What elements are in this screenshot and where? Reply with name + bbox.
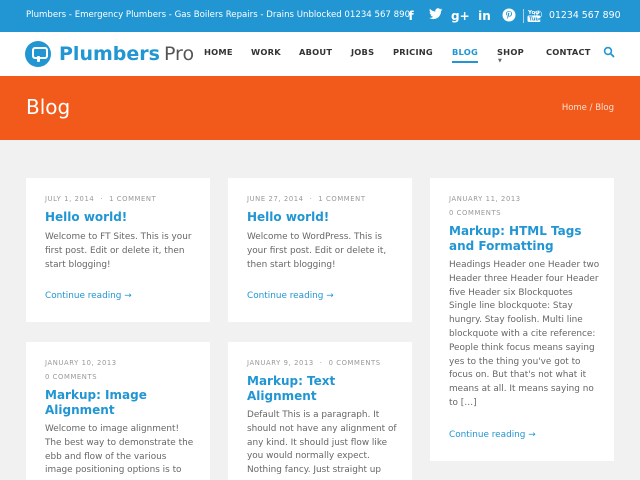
tap-logo-icon bbox=[25, 41, 51, 67]
shop-dropdown-caret-icon: ▼ bbox=[498, 58, 502, 64]
top-bar-phone[interactable]: ✆ 01234 567 890 bbox=[534, 10, 621, 21]
post-title[interactable]: Markup: Text Alignment bbox=[247, 374, 398, 404]
post-comments-link[interactable]: 0 COMMENTS bbox=[449, 209, 501, 217]
post-excerpt: Welcome to image alignment! The best way… bbox=[45, 424, 194, 476]
twitter-icon[interactable] bbox=[427, 8, 445, 24]
post-date[interactable]: JANUARY 9, 2013 bbox=[247, 359, 314, 367]
continue-reading-link[interactable]: Continue reading → bbox=[247, 291, 334, 301]
post-comments-link[interactable]: 1 COMMENT bbox=[318, 195, 365, 203]
post-date[interactable]: JULY 1, 2014 bbox=[45, 195, 94, 203]
post-meta: JANUARY 9, 2013 · 0 COMMENTS bbox=[247, 359, 381, 367]
post-title[interactable]: Hello world! bbox=[247, 210, 398, 225]
brand-suffix: Pro bbox=[163, 43, 195, 65]
facebook-icon[interactable]: f bbox=[402, 8, 420, 24]
post-date[interactable]: JANUARY 11, 2013 bbox=[449, 195, 521, 203]
top-bar-tagline: Plumbers - Emergency Plumbers - Gas Boil… bbox=[26, 10, 411, 20]
nav-active-indicator bbox=[452, 61, 478, 63]
continue-reading-link[interactable]: Continue reading → bbox=[449, 430, 536, 440]
post-title[interactable]: Hello world! bbox=[45, 210, 196, 225]
post-meta: JUNE 27, 2014 · 1 COMMENT bbox=[247, 195, 366, 203]
post-excerpt: Default This is a paragraph. It should n… bbox=[247, 410, 397, 476]
pinterest-icon[interactable] bbox=[500, 8, 518, 24]
search-icon[interactable] bbox=[603, 46, 615, 58]
post-title[interactable]: Markup: HTML Tags and Formatting bbox=[449, 224, 600, 254]
nav-shop[interactable]: SHOP bbox=[497, 47, 524, 57]
continue-reading-link[interactable]: Continue reading → bbox=[45, 291, 132, 301]
breadcrumb-current: Blog bbox=[595, 103, 614, 113]
post-comments-link[interactable]: 0 COMMENTS bbox=[45, 373, 97, 381]
post-meta: JULY 1, 2014 · 1 COMMENT bbox=[45, 195, 157, 203]
top-bar-divider bbox=[523, 9, 524, 23]
post-card: JULY 1, 2014 · 1 COMMENT Hello world! Welc… bbox=[26, 178, 210, 322]
post-card: JUNE 27, 2014 · 1 COMMENT Hello world! Wel… bbox=[228, 178, 412, 322]
brand-name: Plumbers bbox=[59, 43, 160, 65]
nav-jobs[interactable]: JOBS bbox=[351, 47, 374, 57]
breadcrumb: Home / Blog bbox=[562, 103, 614, 113]
post-card: JANUARY 9, 2013 · 0 COMMENTS Markup: Text … bbox=[228, 342, 412, 480]
nav-about[interactable]: ABOUT bbox=[299, 47, 332, 57]
nav-blog[interactable]: BLOG bbox=[452, 47, 478, 57]
post-date[interactable]: JUNE 27, 2014 bbox=[247, 195, 304, 203]
post-excerpt: Welcome to WordPress. This is your first… bbox=[247, 232, 387, 270]
breadcrumb-separator: / bbox=[589, 103, 593, 113]
breadcrumb-home[interactable]: Home bbox=[562, 103, 587, 113]
post-date[interactable]: JANUARY 10, 2013 bbox=[45, 359, 117, 367]
post-comments-link[interactable]: 1 COMMENT bbox=[109, 195, 156, 203]
nav-home[interactable]: HOME bbox=[204, 47, 233, 57]
google-plus-icon[interactable]: g+ bbox=[451, 8, 470, 24]
nav-work[interactable]: WORK bbox=[251, 47, 281, 57]
post-card: JANUARY 10, 2013 0 COMMENTS Markup: Imag… bbox=[26, 342, 210, 480]
nav-contact[interactable]: CONTACT bbox=[546, 47, 591, 57]
page-title: Blog bbox=[26, 95, 71, 119]
post-excerpt: Welcome to FT Sites. This is your first … bbox=[45, 232, 192, 270]
phone-number: 01234 567 890 bbox=[549, 10, 621, 21]
post-excerpt: Headings Header one Header two Header th… bbox=[449, 260, 600, 408]
page-title-banner: Blog Home / Blog bbox=[0, 76, 640, 140]
post-comments-link[interactable]: 0 COMMENTS bbox=[329, 359, 381, 367]
social-links: f g+ in You Tube bbox=[402, 7, 549, 25]
nav-pricing[interactable]: PRICING bbox=[393, 47, 433, 57]
top-bar: Plumbers - Emergency Plumbers - Gas Boil… bbox=[0, 0, 640, 32]
post-title[interactable]: Markup: Image Alignment bbox=[45, 388, 196, 418]
post-card: JANUARY 11, 2013 0 COMMENTS Markup: HTML… bbox=[430, 178, 614, 461]
site-logo[interactable]: Plumbers Pro bbox=[25, 40, 194, 68]
linkedin-icon[interactable]: in bbox=[476, 8, 494, 24]
site-header: Plumbers Pro HOME WORK ABOUT JOBS PRICIN… bbox=[0, 32, 640, 76]
phone-icon: ✆ bbox=[534, 10, 543, 21]
